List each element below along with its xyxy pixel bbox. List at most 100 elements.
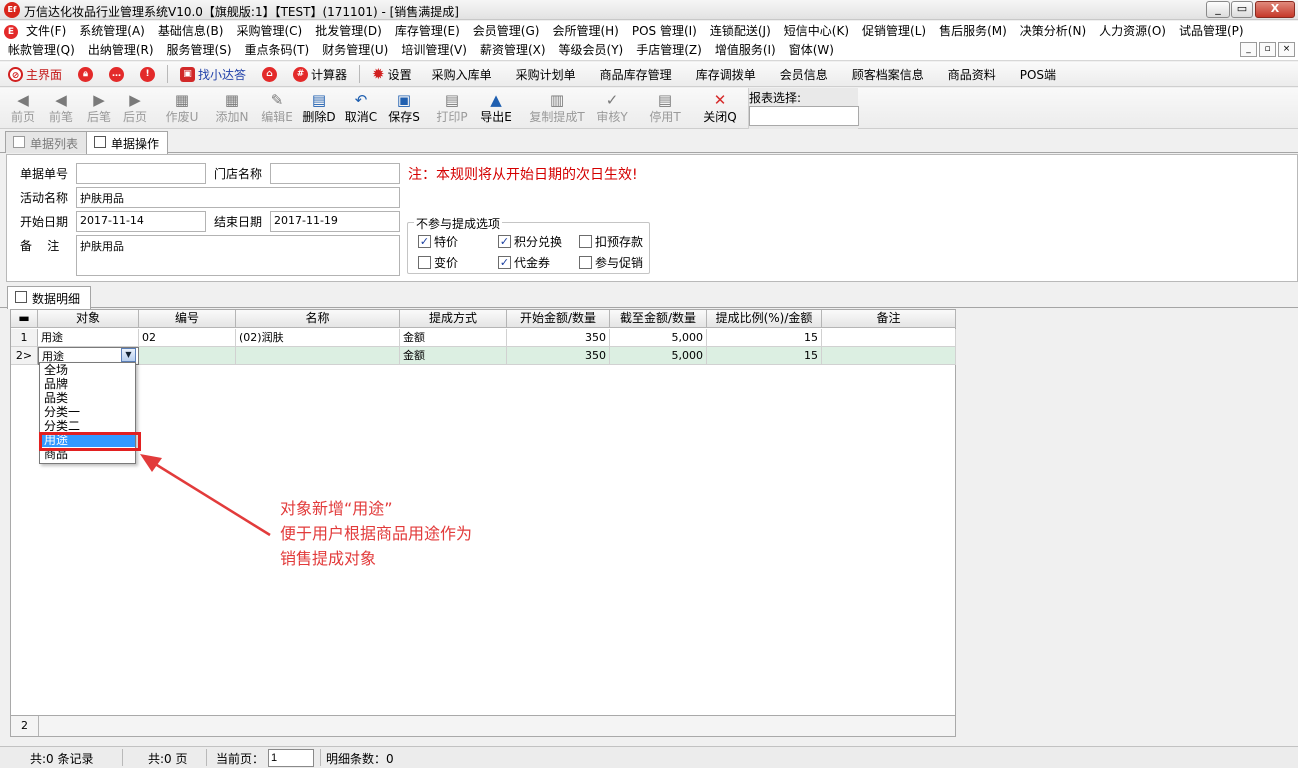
- toolbar-button-1[interactable]: ◀ 前笔: [42, 90, 80, 128]
- menu-item-row2-10[interactable]: 窗体(W): [783, 41, 841, 60]
- report-select-input[interactable]: [749, 106, 859, 126]
- settings-button[interactable]: ✹ 设置: [364, 65, 420, 83]
- toolbar-button-6[interactable]: ✎ 编辑E: [255, 90, 299, 128]
- toolbar-button-15[interactable]: ✕ 关闭Q: [699, 90, 741, 128]
- cell-start[interactable]: 350: [507, 347, 610, 365]
- restore-button[interactable]: ▭: [1231, 1, 1253, 18]
- current-page-input[interactable]: [268, 749, 314, 767]
- toolbar-button-8[interactable]: ↶ 取消C: [341, 90, 381, 128]
- assistant-button[interactable]: ▣ 找小达答: [172, 66, 254, 83]
- mdi-minimize-button[interactable]: _: [1240, 42, 1257, 57]
- minimize-button[interactable]: _: [1206, 1, 1230, 18]
- cell-code[interactable]: [139, 347, 236, 365]
- quick-link-2[interactable]: 商品库存管理: [588, 66, 684, 83]
- dropdown-option-3[interactable]: 分类一: [40, 405, 135, 419]
- grid-header-2[interactable]: 名称: [236, 310, 400, 328]
- toolbar-button-13[interactable]: ✓ 审核Y: [591, 90, 633, 128]
- menu-item-row2-0[interactable]: 帐款管理(Q): [2, 41, 82, 60]
- cell-mode[interactable]: 金额: [400, 329, 507, 347]
- option-checkbox-3[interactable]: 变价: [418, 254, 458, 271]
- toolbar-button-9[interactable]: ▣ 保存S: [384, 90, 424, 128]
- option-checkbox-2[interactable]: 扣预存款: [579, 233, 643, 250]
- dropdown-arrow-icon[interactable]: ▼: [121, 348, 136, 362]
- cell-name[interactable]: (02)润肤: [236, 329, 400, 347]
- menu-item-5[interactable]: 库存管理(E): [389, 22, 467, 41]
- mdi-restore-button[interactable]: ▫: [1259, 42, 1276, 57]
- grid-header-1[interactable]: 编号: [139, 310, 236, 328]
- help-button[interactable]: !: [132, 66, 163, 82]
- start-date-input[interactable]: 2017-11-14: [76, 211, 206, 232]
- option-checkbox-1[interactable]: ✓ 积分兑换: [498, 233, 562, 250]
- cell-rate[interactable]: 15: [707, 347, 822, 365]
- cell-name[interactable]: [236, 347, 400, 365]
- main-page-button[interactable]: ⊘ 主界面: [0, 66, 70, 83]
- menu-item-row2-5[interactable]: 培训管理(V): [395, 41, 474, 60]
- toolbar-button-12[interactable]: ▥ 复制提成T: [525, 90, 589, 128]
- grid-header-4[interactable]: 开始金额/数量: [507, 310, 610, 328]
- tab-doc-list[interactable]: 单据列表: [5, 131, 88, 153]
- end-date-input[interactable]: 2017-11-19: [270, 211, 400, 232]
- menu-item-13[interactable]: 决策分析(N): [1014, 22, 1093, 41]
- cell-mode[interactable]: 金额: [400, 347, 507, 365]
- menu-item-1[interactable]: 系统管理(A): [73, 22, 152, 41]
- menu-item-row2-7[interactable]: 等级会员(Y): [553, 41, 631, 60]
- cell-start[interactable]: 350: [507, 329, 610, 347]
- toolbar-button-4[interactable]: ▦ 作废U: [160, 90, 204, 128]
- menu-item-10[interactable]: 短信中心(K): [778, 22, 856, 41]
- menu-item-4[interactable]: 批发管理(D): [309, 22, 389, 41]
- cell-obj[interactable]: 用途: [38, 329, 139, 347]
- home-button[interactable]: ⌂: [254, 66, 285, 82]
- option-checkbox-4[interactable]: ✓ 代金券: [498, 254, 550, 271]
- doc-no-input[interactable]: [76, 163, 206, 184]
- toolbar-button-7[interactable]: ▤ 删除D: [299, 90, 339, 128]
- menu-item-0[interactable]: 文件(F): [20, 22, 73, 41]
- menu-item-row2-4[interactable]: 财务管理(U): [316, 41, 395, 60]
- option-checkbox-5[interactable]: 参与促销: [579, 254, 643, 271]
- remark-input[interactable]: 护肤用品: [76, 235, 400, 276]
- option-checkbox-0[interactable]: ✓ 特价: [418, 233, 458, 250]
- toolbar-button-14[interactable]: ▤ 停用T: [644, 90, 686, 128]
- cell-rate[interactable]: 15: [707, 329, 822, 347]
- dropdown-option-0[interactable]: 全场: [40, 363, 135, 377]
- toolbar-button-0[interactable]: ◀ 前页: [4, 90, 42, 128]
- dropdown-option-2[interactable]: 品类: [40, 391, 135, 405]
- dropdown-option-1[interactable]: 品牌: [40, 377, 135, 391]
- cell-end[interactable]: 5,000: [610, 347, 707, 365]
- dropdown-option-4[interactable]: 分类二: [40, 419, 135, 433]
- menu-item-12[interactable]: 售后服务(M): [933, 22, 1014, 41]
- menu-item-11[interactable]: 促销管理(L): [856, 22, 933, 41]
- menu-item-14[interactable]: 人力资源(O): [1093, 22, 1173, 41]
- toolbar-button-10[interactable]: ▤ 打印P: [432, 90, 472, 128]
- calculator-button[interactable]: # 计算器: [285, 66, 355, 83]
- quick-link-1[interactable]: 采购计划单: [504, 66, 588, 83]
- quick-link-5[interactable]: 顾客档案信息: [840, 66, 936, 83]
- toolbar-button-2[interactable]: ▶ 后笔: [80, 90, 118, 128]
- quick-link-7[interactable]: POS端: [1008, 66, 1068, 83]
- menu-item-2[interactable]: 基础信息(B): [152, 22, 231, 41]
- toolbar-button-3[interactable]: ▶ 后页: [116, 90, 154, 128]
- menu-item-7[interactable]: 会所管理(H): [546, 22, 625, 41]
- menu-item-row2-9[interactable]: 增值服务(I): [709, 41, 783, 60]
- menu-item-row2-2[interactable]: 服务管理(S): [161, 41, 239, 60]
- mdi-close-button[interactable]: ×: [1278, 42, 1295, 57]
- activity-input[interactable]: 护肤用品: [76, 187, 400, 208]
- menu-item-8[interactable]: POS 管理(I): [626, 22, 704, 41]
- toolbar-button-11[interactable]: ▲ 导出E: [476, 90, 516, 128]
- chat-button[interactable]: …: [101, 66, 132, 82]
- close-window-button[interactable]: X: [1255, 1, 1295, 18]
- menu-item-6[interactable]: 会员管理(G): [467, 22, 547, 41]
- toolbar-button-5[interactable]: ▦ 添加N: [210, 90, 254, 128]
- menu-item-row2-6[interactable]: 薪资管理(X): [474, 41, 553, 60]
- menu-item-9[interactable]: 连锁配送(J): [704, 22, 778, 41]
- menu-item-row2-3[interactable]: 重点条码(T): [239, 41, 317, 60]
- tab-data-detail[interactable]: 数据明细: [7, 286, 91, 309]
- cell-end[interactable]: 5,000: [610, 329, 707, 347]
- grid-header-3[interactable]: 提成方式: [400, 310, 507, 328]
- cell-remark[interactable]: [822, 329, 956, 347]
- grid-header-6[interactable]: 提成比例(%)/金额: [707, 310, 822, 328]
- quick-link-4[interactable]: 会员信息: [768, 66, 840, 83]
- menu-item-row2-1[interactable]: 出纳管理(R): [82, 41, 161, 60]
- cell-remark[interactable]: [822, 347, 956, 365]
- menu-item-row2-8[interactable]: 手店管理(Z): [630, 41, 709, 60]
- grid-header-0[interactable]: 对象: [38, 310, 139, 328]
